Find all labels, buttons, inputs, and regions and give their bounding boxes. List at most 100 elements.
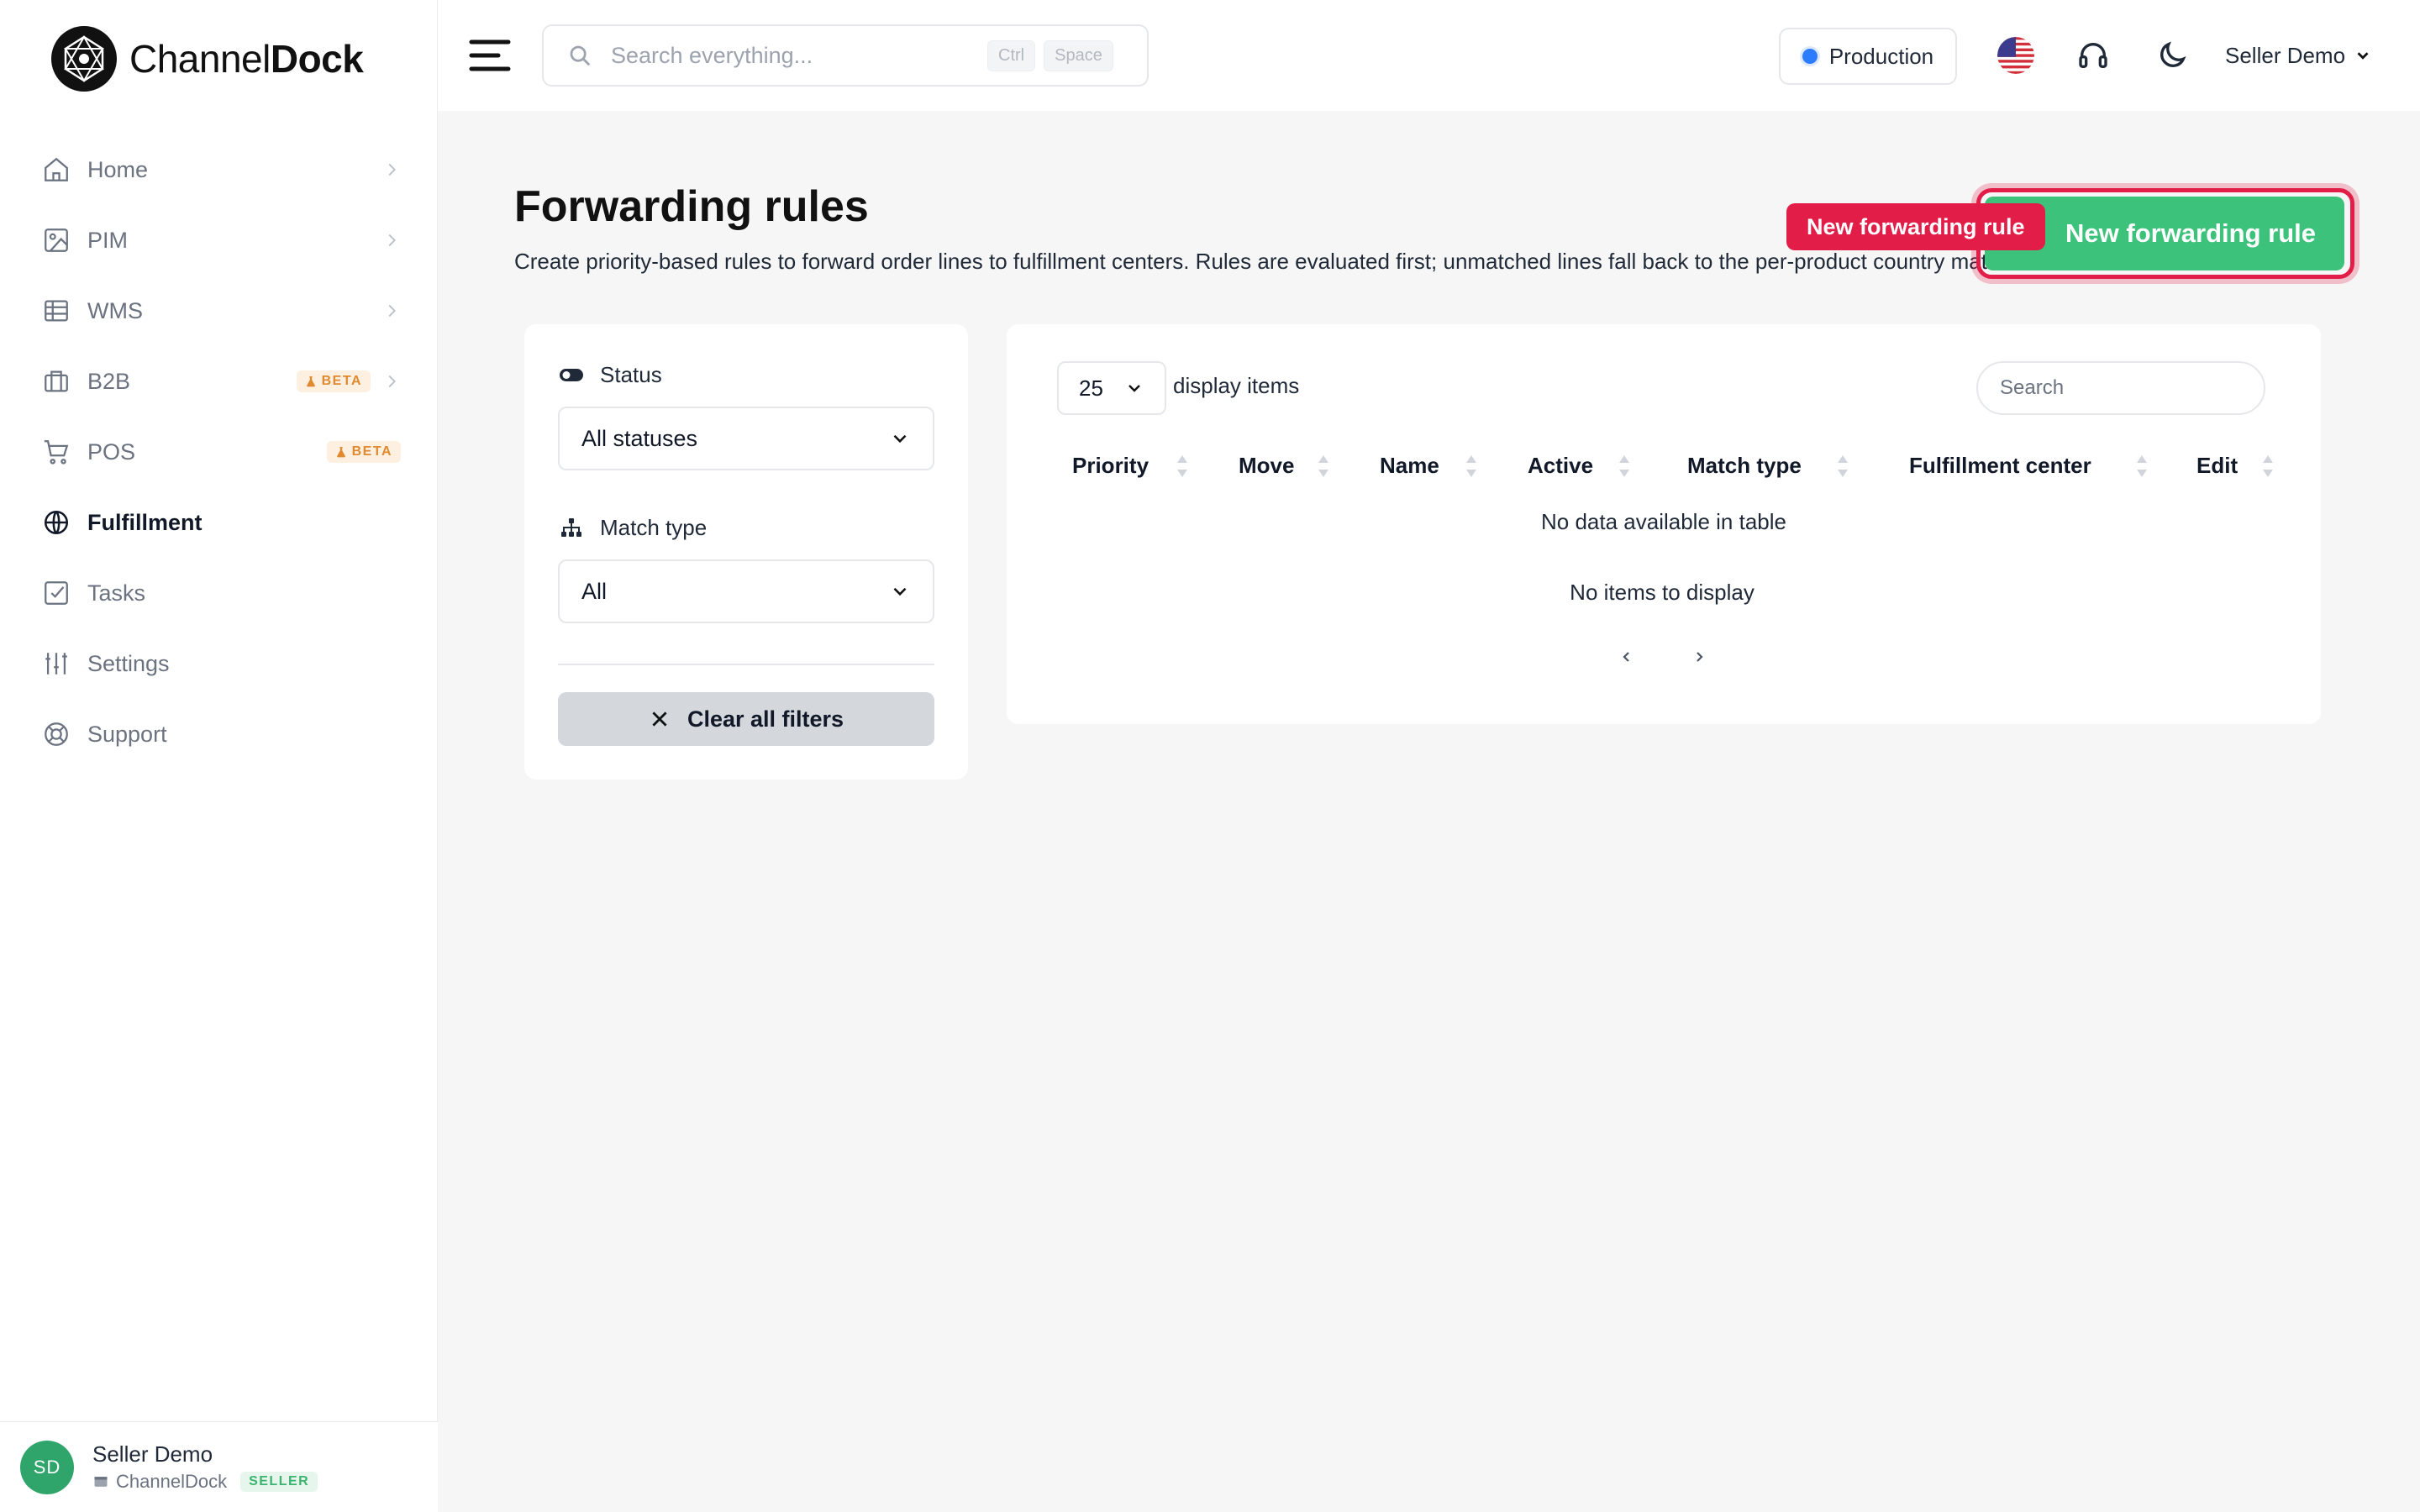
next-page-icon[interactable] bbox=[1689, 647, 1709, 667]
brand-name: ChannelDock bbox=[129, 37, 364, 81]
match-type-filter-text: Match type bbox=[600, 514, 708, 540]
sidebar-item-pim[interactable]: PIM bbox=[0, 205, 438, 276]
sidebar-item-b2b[interactable]: B2B BETA bbox=[0, 346, 438, 417]
rules-table-card: 25 display items Priority Move Name Acti… bbox=[1007, 324, 2321, 724]
top-header: Ctrl Space Production Seller Demo bbox=[438, 0, 2420, 111]
clear-all-filters-label: Clear all filters bbox=[687, 706, 844, 732]
global-search-input[interactable] bbox=[611, 42, 964, 69]
us-flag-icon[interactable] bbox=[1997, 37, 2034, 74]
user-name: Seller Demo bbox=[92, 1441, 213, 1467]
search-icon bbox=[570, 45, 591, 66]
global-search[interactable]: Ctrl Space bbox=[542, 24, 1149, 87]
table-icon bbox=[45, 300, 68, 322]
no-items-message: No items to display bbox=[1570, 580, 1754, 605]
role-badge: SELLER bbox=[240, 1472, 318, 1492]
chevron-right-icon bbox=[388, 304, 396, 318]
sidebar-item-label: Home bbox=[87, 156, 149, 182]
column-header-priority[interactable]: Priority bbox=[1072, 450, 1149, 480]
empty-table-message: No data available in table bbox=[1541, 509, 1786, 534]
briefcase-icon bbox=[45, 370, 68, 392]
user-menu-label: Seller Demo bbox=[2225, 42, 2346, 68]
avatar: SD bbox=[20, 1440, 74, 1494]
sidebar: ChannelDock Home PIM WMS B2B BETA POS BE… bbox=[0, 0, 438, 1512]
user-org: ChannelDock SELLER bbox=[92, 1471, 318, 1493]
globe-icon bbox=[44, 510, 69, 535]
sidebar-item-label: Fulfillment bbox=[87, 509, 203, 535]
sidebar-item-fulfillment[interactable]: Fulfillment bbox=[0, 487, 438, 558]
sort-icon[interactable] bbox=[2262, 454, 2274, 479]
status-filter-label: Status bbox=[558, 361, 662, 388]
sort-icon[interactable] bbox=[1837, 454, 1849, 479]
highlight-tag: New forwarding rule bbox=[1786, 203, 2045, 250]
sort-icon[interactable] bbox=[1176, 454, 1188, 479]
home-icon bbox=[45, 157, 68, 181]
environment-status-dot bbox=[1802, 49, 1818, 64]
chevron-down-icon bbox=[1128, 385, 1140, 392]
status-filter-select[interactable]: All statuses bbox=[558, 407, 934, 470]
lifebuoy-icon bbox=[45, 722, 68, 746]
shortcut-key-space: Space bbox=[1044, 39, 1113, 71]
sidebar-item-label: Settings bbox=[87, 650, 170, 676]
sidebar-item-label: Tasks bbox=[87, 580, 146, 606]
column-header-fulfillment-center[interactable]: Fulfillment center bbox=[1909, 450, 2091, 480]
sidebar-item-tasks[interactable]: Tasks bbox=[0, 558, 438, 628]
user-menu[interactable]: Seller Demo bbox=[2225, 35, 2372, 76]
status-filter-value: All statuses bbox=[581, 425, 698, 451]
sidebar-item-pos[interactable]: POS BETA bbox=[0, 417, 438, 487]
org-name: ChannelDock bbox=[116, 1471, 228, 1492]
chevron-down-icon bbox=[893, 434, 907, 444]
channeldock-logo-icon bbox=[51, 26, 117, 92]
table-search-input[interactable] bbox=[1976, 361, 2265, 415]
beta-badge: BETA bbox=[326, 441, 401, 463]
page-size-value: 25 bbox=[1079, 375, 1103, 401]
sidebar-item-label: Support bbox=[87, 721, 167, 747]
store-icon bbox=[94, 1477, 108, 1487]
chevron-right-icon bbox=[388, 375, 396, 388]
sidebar-item-settings[interactable]: Settings bbox=[0, 628, 438, 699]
column-header-move[interactable]: Move bbox=[1239, 450, 1294, 480]
sliders-icon bbox=[45, 653, 67, 675]
previous-page-icon[interactable] bbox=[1617, 647, 1637, 667]
cart-icon bbox=[44, 440, 69, 465]
match-type-filter-label: Match type bbox=[558, 514, 707, 541]
sidebar-item-label: POS bbox=[87, 438, 136, 465]
hierarchy-icon bbox=[561, 518, 581, 537]
flask-icon bbox=[306, 376, 315, 387]
chevron-right-icon bbox=[388, 163, 396, 176]
sort-icon[interactable] bbox=[1318, 454, 1329, 479]
column-header-active[interactable]: Active bbox=[1528, 450, 1593, 480]
toggle-icon bbox=[560, 369, 583, 381]
image-icon bbox=[45, 228, 68, 252]
sidebar-item-label: WMS bbox=[87, 297, 143, 323]
beta-badge: BETA bbox=[296, 370, 371, 392]
column-header-match-type[interactable]: Match type bbox=[1687, 450, 1802, 480]
sort-icon[interactable] bbox=[1618, 454, 1630, 479]
environment-switcher[interactable]: Production bbox=[1779, 28, 1957, 85]
page-description: Create priority-based rules to forward o… bbox=[514, 249, 2017, 274]
page-size-label: display items bbox=[1173, 373, 1300, 398]
chevron-down-icon bbox=[893, 587, 907, 596]
sidebar-item-home[interactable]: Home bbox=[0, 134, 438, 205]
brand-logo[interactable]: ChannelDock bbox=[50, 24, 364, 94]
menu-toggle-icon[interactable] bbox=[468, 37, 512, 74]
sidebar-item-wms[interactable]: WMS bbox=[0, 276, 438, 346]
current-user-card[interactable]: SD Seller Demo ChannelDock SELLER bbox=[0, 1421, 438, 1512]
filters-divider bbox=[558, 664, 934, 665]
clear-all-filters-button[interactable]: Clear all filters bbox=[558, 692, 934, 746]
column-header-name[interactable]: Name bbox=[1380, 450, 1439, 480]
chevron-right-icon bbox=[388, 234, 396, 247]
match-type-filter-select[interactable]: All bbox=[558, 559, 934, 623]
checkbox-icon bbox=[45, 581, 68, 605]
environment-label: Production bbox=[1828, 43, 1934, 69]
close-icon bbox=[652, 711, 667, 727]
status-filter-text: Status bbox=[600, 361, 662, 387]
page-size-select[interactable]: 25 bbox=[1057, 361, 1166, 415]
sidebar-nav: Home PIM WMS B2B BETA POS BETA Fulfillme… bbox=[0, 134, 438, 769]
headset-icon[interactable] bbox=[2076, 39, 2110, 72]
sort-icon[interactable] bbox=[1465, 454, 1477, 479]
column-header-edit[interactable]: Edit bbox=[2196, 450, 2238, 480]
dark-mode-moon-icon[interactable] bbox=[2155, 39, 2189, 72]
chevron-down-icon bbox=[2357, 52, 2369, 60]
sidebar-item-support[interactable]: Support bbox=[0, 699, 438, 769]
sort-icon[interactable] bbox=[2136, 454, 2148, 479]
